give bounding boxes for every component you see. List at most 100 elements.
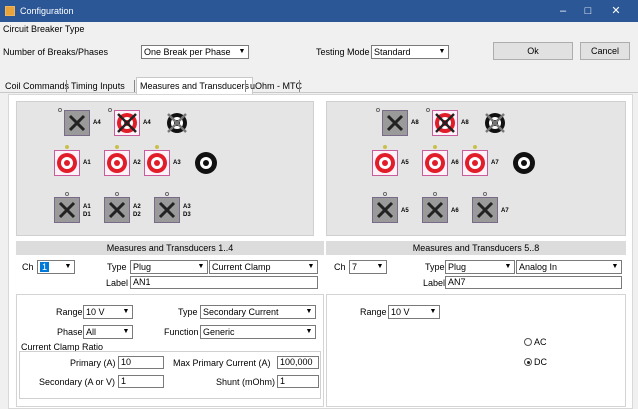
- label-label: Label: [106, 278, 129, 288]
- label-input[interactable]: AN7: [445, 276, 622, 289]
- tab-measures-transducers[interactable]: Measures and Transducers: [136, 77, 254, 94]
- chevron-down-icon: ▼: [236, 46, 248, 58]
- terminal-input[interactable]: [144, 145, 170, 176]
- terminal-label: A2: [133, 204, 141, 210]
- terminal-label: A3: [173, 160, 181, 166]
- terminal-input[interactable]: [462, 145, 488, 176]
- window-title: Configuration: [20, 6, 74, 16]
- terminal-selected[interactable]: [426, 108, 458, 136]
- type-select[interactable]: Plug ▼: [445, 260, 515, 274]
- terminal-input[interactable]: [422, 145, 448, 176]
- dc-label: DC: [534, 357, 547, 367]
- terminal-disabled[interactable]: [372, 192, 398, 223]
- terminal-label: A6: [451, 160, 459, 166]
- type-select[interactable]: Plug ▼: [130, 260, 208, 274]
- tab-coil-commands[interactable]: Coil Commands: [2, 79, 72, 93]
- cross-icon: [376, 201, 394, 219]
- blocked-terminal-icon: [167, 113, 187, 133]
- terminal-disabled[interactable]: [154, 192, 180, 223]
- range-select[interactable]: 10 V ▼: [83, 305, 133, 319]
- chevron-down-icon: ▼: [436, 46, 448, 58]
- terminal-label: D1: [83, 212, 91, 218]
- chevron-down-icon: ▼: [303, 326, 315, 338]
- terminal-label: A4: [143, 120, 151, 126]
- channel-select[interactable]: 7 ▼: [349, 260, 387, 274]
- terminal-selected[interactable]: [108, 108, 140, 136]
- breaks-value: One Break per Phase: [144, 47, 231, 57]
- function-label: Function: [164, 327, 199, 337]
- shunt-input[interactable]: 1: [277, 375, 319, 388]
- blocked-terminal-icon: [485, 113, 505, 133]
- terminal-label: A7: [491, 160, 499, 166]
- cross-icon: [68, 114, 86, 132]
- dc-radio[interactable]: DC: [524, 357, 547, 367]
- testing-mode-value: Standard: [374, 47, 411, 57]
- chevron-down-icon: ▼: [305, 261, 317, 273]
- terminal-label: A6: [451, 208, 459, 214]
- tab-uohm-mtc[interactable]: uOhm - MTC: [247, 79, 305, 93]
- channels-1-4-diagram: A4 A4 A1 A2 A3 A1 D1 A2 D2 A3 D3: [16, 101, 314, 236]
- chevron-down-icon: ▼: [374, 261, 386, 273]
- testing-mode-select[interactable]: Standard ▼: [371, 45, 449, 59]
- terminal-disabled[interactable]: [58, 108, 90, 136]
- minimize-button[interactable]: –: [552, 3, 574, 19]
- range-label: Range: [56, 307, 83, 317]
- channel-select[interactable]: 1 ▼: [37, 260, 75, 274]
- terminal-disabled[interactable]: [472, 192, 498, 223]
- maximize-button[interactable]: □: [577, 3, 599, 19]
- terminal-disabled[interactable]: [164, 110, 190, 136]
- terminal-disabled[interactable]: [422, 192, 448, 223]
- range-select[interactable]: 10 V ▼: [388, 305, 440, 319]
- terminal-label: A1: [83, 204, 91, 210]
- terminal-input[interactable]: [372, 145, 398, 176]
- ok-button[interactable]: Ok: [493, 42, 573, 60]
- ac-radio[interactable]: AC: [524, 337, 547, 347]
- right-settings-panel: Range 10 V ▼ AC DC: [326, 294, 626, 407]
- signal-type-label: Type: [178, 307, 198, 317]
- tab-timing-inputs[interactable]: Timing Inputs: [68, 79, 128, 93]
- type-value: Plug: [133, 262, 152, 272]
- range-value: 10 V: [86, 307, 105, 317]
- chevron-down-icon: ▼: [427, 306, 439, 318]
- tab-separator: [299, 80, 300, 92]
- tab-separator: [66, 80, 67, 92]
- transducer-select[interactable]: Analog In ▼: [516, 260, 622, 274]
- terminal-label: D2: [133, 212, 141, 218]
- terminal-input[interactable]: [54, 145, 80, 176]
- tab-separator: [134, 80, 135, 92]
- terminal-disabled[interactable]: [376, 108, 408, 136]
- breaker-type-group-label: Circuit Breaker Type: [3, 24, 85, 34]
- connector-black-icon[interactable]: [193, 150, 219, 176]
- terminal-input[interactable]: [104, 145, 130, 176]
- terminal-disabled[interactable]: [482, 110, 508, 136]
- secondary-input[interactable]: 1: [118, 375, 164, 388]
- cancel-button[interactable]: Cancel: [580, 42, 630, 60]
- label-input[interactable]: AN1: [130, 276, 318, 289]
- type-label: Type: [107, 262, 127, 272]
- connector-black-icon[interactable]: [511, 150, 537, 176]
- close-button[interactable]: ✕: [605, 3, 627, 19]
- ch-label: Ch: [334, 262, 346, 272]
- terminal-disabled[interactable]: [54, 192, 80, 223]
- terminal-label: A5: [401, 208, 409, 214]
- transducer-select[interactable]: Current Clamp ▼: [209, 260, 318, 274]
- phase-value: All: [86, 327, 97, 337]
- connector-red-icon: [57, 153, 77, 173]
- max-primary-input[interactable]: 100,000: [277, 356, 319, 369]
- cross-icon: [426, 201, 444, 219]
- title-bar: Configuration – □ ✕: [0, 0, 638, 22]
- terminal-label: A2: [133, 160, 141, 166]
- signal-type-select[interactable]: Secondary Current ▼: [200, 305, 316, 319]
- primary-input[interactable]: 10: [118, 356, 164, 369]
- breaks-select[interactable]: One Break per Phase ▼: [141, 45, 249, 59]
- app-icon: [5, 6, 15, 16]
- phase-select[interactable]: All ▼: [83, 325, 133, 339]
- terminal-label: A8: [411, 120, 419, 126]
- testing-mode-label: Testing Mode: [316, 47, 370, 57]
- terminal-disabled[interactable]: [104, 192, 130, 223]
- function-select[interactable]: Generic ▼: [200, 325, 316, 339]
- chevron-down-icon: ▼: [62, 261, 74, 273]
- terminal-label: A1: [83, 160, 91, 166]
- shunt-label: Shunt (mOhm): [216, 377, 276, 387]
- tab-separator: [245, 80, 246, 92]
